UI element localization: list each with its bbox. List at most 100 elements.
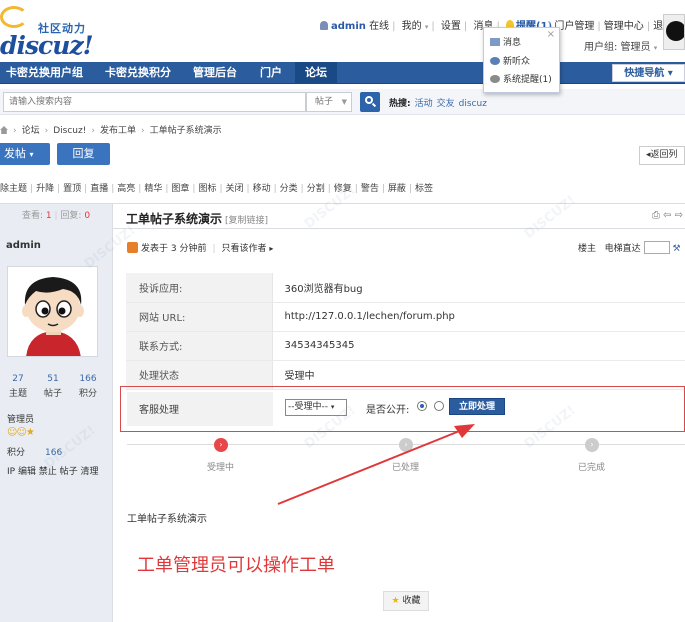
mod-action-11[interactable]: 分割 — [307, 184, 325, 194]
row-value: 360浏览器有bug — [272, 273, 685, 303]
mod-action-15[interactable]: 标签 — [415, 184, 433, 194]
avatar[interactable] — [663, 14, 685, 50]
envelope-icon — [490, 38, 500, 46]
process-now-button[interactable]: 立即处理 — [449, 398, 505, 415]
step-3-icon: › — [585, 438, 599, 452]
chevron-down-icon: ▾ — [424, 23, 429, 31]
search-bar: 帖子 ▼ 热搜: 活动交友 discuz — [0, 89, 685, 115]
mod-action-1[interactable]: 升降 — [36, 184, 54, 194]
user-icon — [320, 21, 328, 30]
logo[interactable]: discuz! — [0, 31, 94, 60]
separator: | — [354, 184, 358, 194]
mod-action-7[interactable]: 图标 — [198, 184, 216, 194]
admin-center-link[interactable]: 管理中心 — [604, 21, 644, 32]
status-select[interactable]: --受理中-- ▾ — [285, 399, 347, 416]
public-yes-radio[interactable] — [417, 401, 427, 411]
chevron-down-icon: ▾ — [29, 150, 34, 159]
public-no-radio[interactable] — [434, 401, 444, 411]
author-credit: 积分 166 — [7, 445, 62, 458]
author-name[interactable]: admin — [6, 240, 41, 251]
author-role[interactable]: 管理员 — [7, 412, 34, 425]
floor-jump-input[interactable] — [643, 241, 670, 254]
nav-item-forum[interactable]: 论坛 — [295, 62, 337, 84]
mod-action-9[interactable]: 移动 — [253, 184, 271, 194]
author-stat-credits[interactable]: 166 积分 — [73, 374, 103, 399]
author-admin-links[interactable]: IP 编辑 禁止 帖子 清理 — [7, 464, 99, 477]
table-row: 联系方式: 34534345345 — [126, 331, 685, 361]
breadcrumb-forum[interactable]: 论坛 — [22, 126, 40, 136]
nav-item-admin[interactable]: 管理后台 — [193, 62, 237, 84]
popup-item-system[interactable]: 系统提醒(1) — [490, 72, 552, 85]
replies-count: 0 — [84, 211, 91, 221]
mod-action-12[interactable]: 修复 — [334, 184, 352, 194]
hot-term[interactable]: 活动 — [415, 99, 433, 109]
mod-action-0[interactable]: 除主题 — [0, 184, 27, 194]
mod-action-4[interactable]: 高亮 — [117, 184, 135, 194]
favorite-button[interactable]: ★ 收藏 — [383, 591, 429, 611]
breadcrumb-thread[interactable]: 工单帖子系统演示 — [150, 126, 222, 136]
prev-thread-icon[interactable]: ⇦ — [663, 210, 671, 221]
search-type-label: 帖子 — [315, 97, 334, 107]
popup-item-message[interactable]: 消息 — [490, 35, 521, 48]
mod-action-3[interactable]: 直播 — [90, 184, 108, 194]
mod-action-6[interactable]: 图章 — [171, 184, 189, 194]
hot-search: 热搜: 活动 交友 discuz — [389, 96, 487, 109]
separator: | — [165, 184, 169, 194]
mod-action-13[interactable]: 警告 — [361, 184, 379, 194]
popup-item-followers[interactable]: 新听众 — [490, 54, 530, 67]
search-button[interactable] — [360, 92, 380, 112]
breadcrumb-ticket-board[interactable]: 发布工单 — [100, 126, 136, 136]
author-avatar[interactable] — [7, 266, 98, 357]
next-thread-icon[interactable]: ⇨ — [675, 210, 683, 221]
hot-term[interactable]: 交友 — [437, 99, 455, 109]
new-post-button[interactable]: 发帖 ▾ — [0, 143, 50, 165]
copy-link[interactable]: [复制链接] — [225, 216, 268, 226]
settings-link[interactable]: 设置 — [441, 21, 461, 32]
separator: | — [192, 184, 196, 194]
mod-action-8[interactable]: 关闭 — [226, 184, 244, 194]
author-stat-posts[interactable]: 51 帖子 — [38, 374, 68, 399]
stat-label: 主题 — [8, 389, 27, 399]
stat-number: 27 — [12, 374, 24, 384]
reply-button[interactable]: 回复 — [57, 143, 110, 165]
close-icon[interactable]: × — [547, 29, 555, 40]
author-stat-threads[interactable]: 27 主题 — [3, 374, 33, 399]
wrench-icon[interactable]: ⚒ — [673, 244, 681, 254]
mod-action-2[interactable]: 置顶 — [63, 184, 81, 194]
online-status[interactable]: 在线 — [369, 21, 389, 32]
stat-number: 166 — [79, 374, 97, 384]
mod-action-14[interactable]: 屏蔽 — [388, 184, 406, 194]
author-sidebar: admin 27 主题 51 帖子 166 积分 管理员 ☺☺★ 积分 166 IP 编… — [0, 229, 113, 622]
mod-action-10[interactable]: 分类 — [280, 184, 298, 194]
mod-action-5[interactable]: 精华 — [144, 184, 162, 194]
new-post-label: 发帖 — [4, 147, 26, 160]
main-nav: 卡密兑换用户组 卡密兑换积分 管理后台 门户 论坛 快捷导航 ▾ — [0, 62, 685, 84]
thread-title: 工单帖子系统演示 [复制链接] — [126, 210, 268, 227]
search-input[interactable] — [3, 92, 306, 112]
home-icon[interactable] — [0, 126, 8, 134]
row-label: 网站 URL: — [126, 302, 273, 332]
nav-item-card-usergroup[interactable]: 卡密兑换用户组 — [6, 62, 83, 84]
post-time: 发表于 3 分钟前 — [141, 244, 207, 254]
hot-term[interactable]: discuz — [459, 99, 487, 109]
print-icon[interactable]: ⎙ — [652, 210, 660, 221]
thread-tools: ⎙ ⇦ ⇨ — [652, 210, 683, 221]
my-menu[interactable]: 我的 — [402, 21, 422, 32]
medal-icons: ☺☺★ — [7, 427, 35, 438]
usergroup-text: 用户组: 管理员 — [584, 42, 651, 53]
username-link[interactable]: admin — [331, 21, 366, 32]
post-content: 工单帖子系统演示 — [127, 514, 207, 525]
nav-item-portal[interactable]: 门户 — [260, 62, 282, 84]
back-to-list-button[interactable]: ◂返回列 — [639, 146, 685, 165]
search-type-select[interactable]: 帖子 ▼ — [306, 92, 352, 112]
usergroup-label[interactable]: 用户组: 管理员 ▾ — [584, 38, 657, 53]
quick-nav-button[interactable]: 快捷导航 ▾ — [612, 64, 685, 82]
separator: | — [138, 184, 142, 194]
breadcrumb-discuz[interactable]: Discuz! — [53, 126, 86, 136]
nav-item-card-credits[interactable]: 卡密兑换积分 — [105, 62, 171, 84]
status-select-value: --受理中-- — [288, 402, 328, 412]
chevron-down-icon: ▼ — [341, 98, 347, 106]
only-author-link[interactable]: 只看该作者 — [222, 244, 267, 254]
portal-admin-link[interactable]: 门户管理 — [554, 21, 594, 32]
table-row: 网站 URL: http://127.0.0.1/lechen/forum.php — [126, 302, 685, 332]
